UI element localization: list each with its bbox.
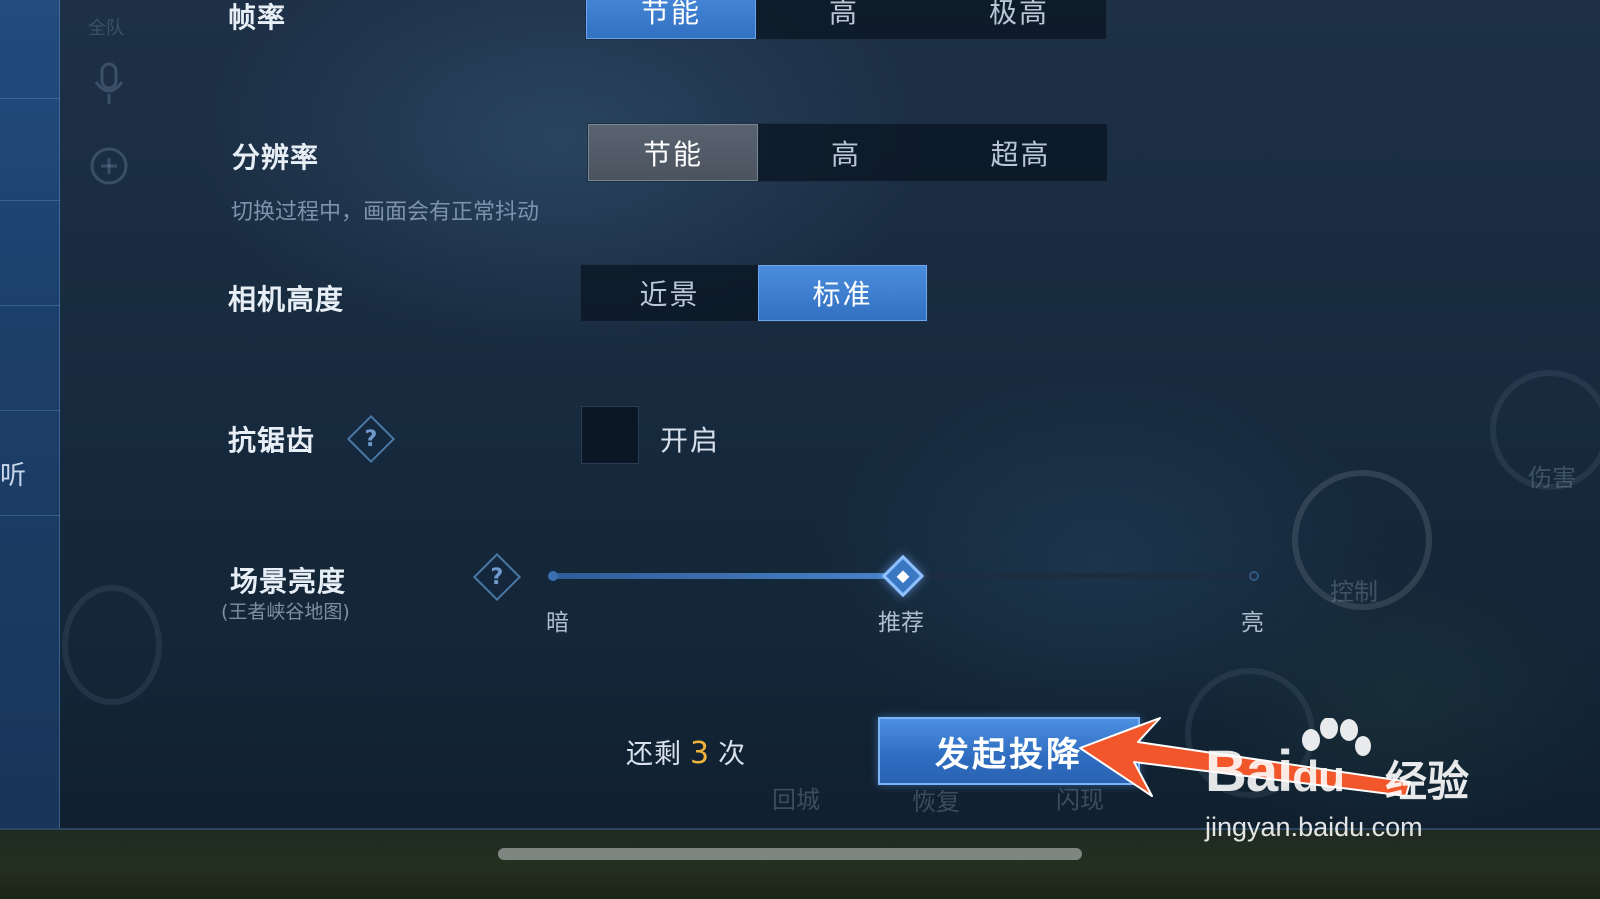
camera-height-segmented: 近景 标准 (580, 264, 928, 322)
camera-option-standard[interactable]: 标准 (758, 265, 927, 321)
rail-divider (0, 515, 60, 516)
microphone-icon[interactable] (92, 62, 126, 106)
anti-aliasing-help-icon[interactable]: ? (346, 414, 396, 464)
game-settings-screen: 听 全队 控制 伤害 回城 恢复 闪现 帧率 节能 高 极高 分辨率 节能 高 … (0, 0, 1600, 899)
remaining-suffix: 次 (718, 739, 747, 770)
watermark-url: jingyan.baidu.com (1205, 812, 1423, 842)
rail-tab-text[interactable]: 听 (0, 455, 26, 492)
camera-height-label: 相机高度 (228, 283, 345, 316)
slider-label-bright: 亮 (1241, 610, 1264, 636)
anti-aliasing-checkbox[interactable] (581, 406, 639, 464)
help-glyph: ? (364, 426, 378, 452)
remaining-attempts-text: 还剩 3 次 (626, 732, 746, 771)
team-chat-label[interactable]: 全队 (88, 14, 124, 40)
slider-min-dot (548, 571, 558, 581)
camera-option-close[interactable]: 近景 (581, 265, 758, 321)
frame-rate-option-ultra[interactable]: 极高 (932, 0, 1106, 39)
frame-rate-segmented: 节能 高 极高 (585, 0, 1107, 40)
control-skill-label: 控制 (1330, 578, 1378, 606)
scene-brightness-sublabel: (王者峡谷地图) (221, 601, 350, 623)
watermark-brand: Baidu (1205, 738, 1345, 805)
remaining-prefix: 还剩 (626, 739, 682, 770)
frame-rate-option-power-save[interactable]: 节能 (586, 0, 756, 39)
resolution-hint: 切换过程中，画面会有正常抖动 (231, 200, 540, 225)
rail-divider (0, 200, 60, 201)
slider-label-dark: 暗 (546, 610, 569, 636)
frame-rate-label: 帧率 (228, 1, 287, 34)
damage-skill-label: 伤害 (1528, 464, 1576, 492)
baidu-jingyan-watermark: Baidu 经验 jingyan.baidu.com (1205, 718, 1495, 850)
slider-label-recommended: 推荐 (878, 610, 924, 636)
brightness-slider-fill (552, 573, 903, 579)
remaining-count: 3 (690, 736, 711, 771)
watermark-brand-tail: du (1292, 752, 1345, 801)
resolution-option-high[interactable]: 高 (758, 124, 934, 181)
recall-skill-label: 回城 (772, 786, 820, 814)
left-side-rail: 听 (0, 0, 60, 845)
resolution-option-power-save[interactable]: 节能 (588, 124, 758, 181)
resolution-option-super-high[interactable]: 超高 (934, 124, 1107, 181)
anti-aliasing-checkbox-label[interactable]: 开启 (660, 419, 720, 459)
scene-brightness-label: 场景亮度 (230, 565, 347, 598)
rail-divider (0, 98, 60, 99)
scene-brightness-help-icon[interactable]: ? (472, 552, 522, 602)
watermark-brand-main: Bai (1205, 739, 1293, 804)
joystick-ghost (62, 585, 162, 705)
add-message-icon[interactable] (88, 146, 130, 188)
rail-divider (0, 410, 60, 411)
resolution-segmented: 节能 高 超高 (587, 123, 1108, 182)
home-indicator[interactable] (498, 848, 1082, 860)
help-glyph: ? (490, 564, 504, 590)
slider-max-dot (1249, 571, 1259, 581)
rail-divider (0, 305, 60, 306)
anti-aliasing-label: 抗锯齿 (228, 424, 316, 457)
brightness-slider-thumb[interactable] (881, 554, 925, 598)
resolution-label: 分辨率 (232, 141, 320, 174)
watermark-jingyan: 经验 (1385, 757, 1470, 806)
heal-skill-label: 恢复 (912, 788, 960, 816)
frame-rate-option-high[interactable]: 高 (756, 0, 932, 39)
